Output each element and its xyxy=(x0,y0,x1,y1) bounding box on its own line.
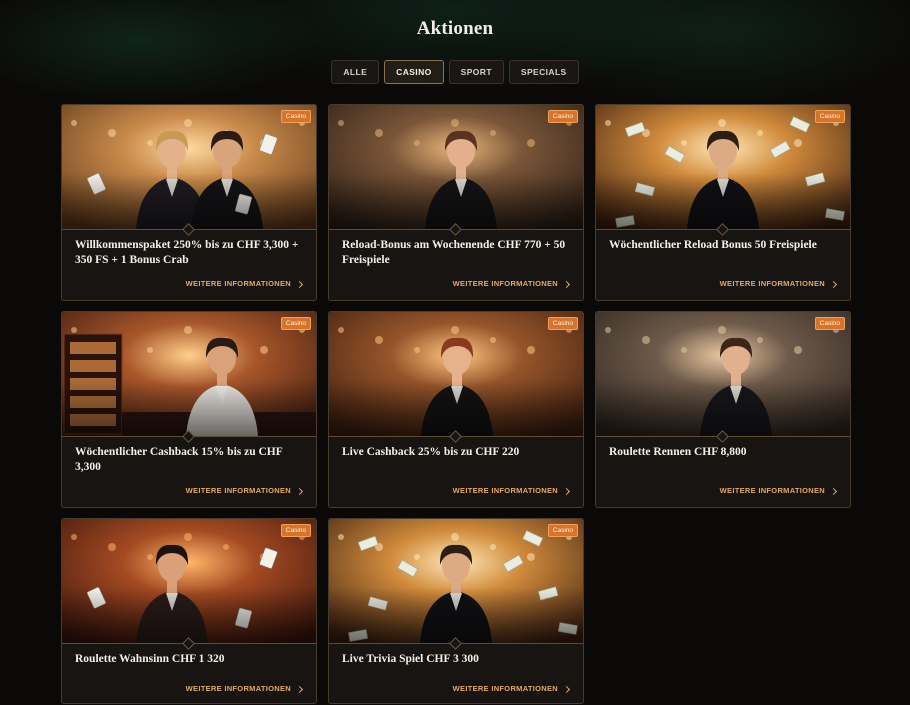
more-info-label: WEITERE INFORMATIONEN xyxy=(719,279,825,288)
more-info-link[interactable]: WEITERE INFORMATIONEN xyxy=(452,279,571,288)
promotion-title: Willkommenspaket 250% bis zu CHF 3,300 +… xyxy=(75,239,299,266)
more-info-link[interactable]: WEITERE INFORMATIONEN xyxy=(719,486,838,495)
more-info-link[interactable]: WEITERE INFORMATIONEN xyxy=(452,684,571,693)
chevron-right-icon xyxy=(829,280,838,288)
promotion-title: Roulette Rennen CHF 8,800 xyxy=(609,446,747,458)
promotion-card[interactable]: Casino Roulette Wahnsinn CHF 1 320 WEITE… xyxy=(61,518,317,704)
promotion-title: Wöchentlicher Cashback 15% bis zu CHF 3,… xyxy=(75,446,283,473)
more-info-label: WEITERE INFORMATIONEN xyxy=(185,684,291,693)
more-info-link[interactable]: WEITERE INFORMATIONEN xyxy=(185,279,304,288)
more-info-label: WEITERE INFORMATIONEN xyxy=(185,486,291,495)
promotion-image xyxy=(329,519,583,643)
chevron-right-icon xyxy=(295,685,304,693)
page-title: Aktionen xyxy=(416,18,494,39)
tab-casino[interactable]: CASINO xyxy=(384,60,444,84)
promotion-title: Live Cashback 25% bis zu CHF 220 xyxy=(342,446,520,458)
promotions-grid: Casino Willkommenspaket 250% bis zu CHF … xyxy=(61,104,851,704)
chevron-right-icon xyxy=(295,487,304,495)
category-badge: Casino xyxy=(547,110,578,123)
promotion-title: Live Trivia Spiel CHF 3 300 xyxy=(342,653,479,665)
category-badge: Casino xyxy=(547,524,578,537)
promotion-image xyxy=(596,105,850,229)
category-badge: Casino xyxy=(814,317,845,330)
category-badge: Casino xyxy=(814,110,845,123)
promotion-card[interactable]: Casino Live Cashback 25% bis zu CHF 220 … xyxy=(328,311,584,508)
promotion-image xyxy=(329,312,583,436)
promotion-filter-tabs: ALLE CASINO SPORT SPECIALS xyxy=(0,60,910,84)
promotion-image xyxy=(62,519,316,643)
promotion-card[interactable]: Casino Reload-Bonus am Wochenende CHF 77… xyxy=(328,104,584,301)
promotion-title: Wöchentlicher Reload Bonus 50 Freispiele xyxy=(609,239,817,251)
tab-alle[interactable]: ALLE xyxy=(331,60,380,84)
more-info-label: WEITERE INFORMATIONEN xyxy=(452,279,558,288)
promotion-title: Reload-Bonus am Wochenende CHF 770 + 50 … xyxy=(342,239,566,266)
category-badge: Casino xyxy=(280,317,311,330)
promotion-image xyxy=(596,312,850,436)
promotion-image xyxy=(62,105,316,229)
promotion-card[interactable]: Casino Live Trivia Spiel CHF 3 300 WEITE… xyxy=(328,518,584,704)
more-info-link[interactable]: WEITERE INFORMATIONEN xyxy=(452,486,571,495)
promotion-card[interactable]: Casino Roulette Rennen CHF 8,800 WEITERE… xyxy=(595,311,851,508)
category-badge: Casino xyxy=(280,524,311,537)
promotion-title: Roulette Wahnsinn CHF 1 320 xyxy=(75,653,225,665)
more-info-link[interactable]: WEITERE INFORMATIONEN xyxy=(185,684,304,693)
promotion-card[interactable]: Casino Willkommenspaket 250% bis zu CHF … xyxy=(61,104,317,301)
tab-sport[interactable]: SPORT xyxy=(448,60,504,84)
chevron-right-icon xyxy=(562,487,571,495)
chevron-right-icon xyxy=(562,685,571,693)
category-badge: Casino xyxy=(547,317,578,330)
more-info-link[interactable]: WEITERE INFORMATIONEN xyxy=(719,279,838,288)
promotion-image xyxy=(62,312,316,436)
more-info-label: WEITERE INFORMATIONEN xyxy=(719,486,825,495)
promotion-card[interactable]: Casino Wöchentlicher Reload Bonus 50 Fre… xyxy=(595,104,851,301)
promotion-card[interactable]: Casino Wöchentlicher Cashback 15% bis zu… xyxy=(61,311,317,508)
more-info-label: WEITERE INFORMATIONEN xyxy=(185,279,291,288)
chevron-right-icon xyxy=(562,280,571,288)
tab-specials[interactable]: SPECIALS xyxy=(508,60,579,84)
promotion-image xyxy=(329,105,583,229)
more-info-link[interactable]: WEITERE INFORMATIONEN xyxy=(185,486,304,495)
category-badge: Casino xyxy=(280,110,311,123)
more-info-label: WEITERE INFORMATIONEN xyxy=(452,486,558,495)
chevron-right-icon xyxy=(295,280,304,288)
chevron-right-icon xyxy=(829,487,838,495)
more-info-label: WEITERE INFORMATIONEN xyxy=(452,684,558,693)
